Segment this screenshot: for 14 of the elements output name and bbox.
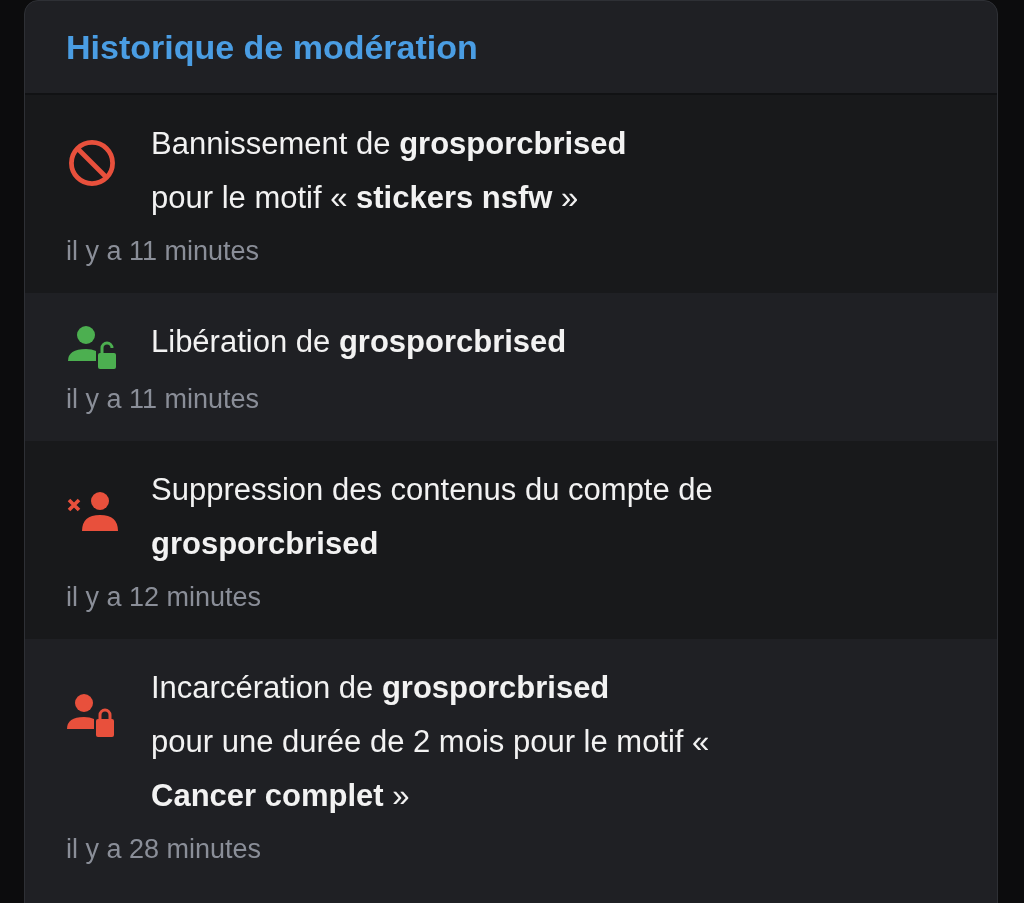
- entry-time: il y a 11 minutes: [66, 236, 260, 266]
- panel-title: Historique de modération: [66, 26, 478, 68]
- entry-text: Cancer complet »: [151, 777, 411, 815]
- entry-time: il y a 12 minutes: [66, 582, 262, 612]
- entry-time: il y a 11 minutes: [66, 384, 260, 414]
- entry-text: Libération de grosporcbrised: [151, 323, 567, 361]
- entry-text: Suppression des contenus du compte de: [151, 471, 713, 509]
- entry-text: pour une durée de 2 mois pour le motif «: [151, 723, 710, 761]
- entry-text: Incarcération de grosporcbrised: [151, 669, 611, 707]
- entry-text: pour le motif « stickers nsfw »: [151, 179, 580, 217]
- ban-icon: [66, 137, 118, 189]
- entry-text: Bannissement de grosporcbrised: [151, 125, 627, 163]
- entry-text: grosporcbrised: [151, 525, 380, 563]
- entry-time: il y a 28 minutes: [66, 834, 262, 864]
